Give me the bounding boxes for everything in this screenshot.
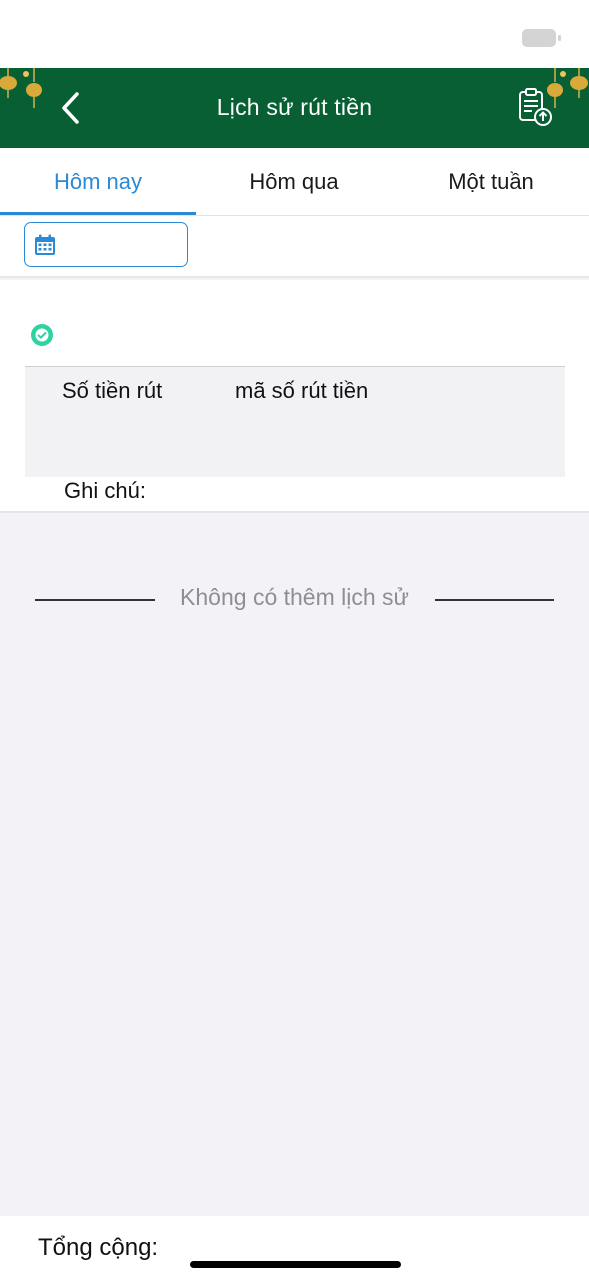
nav-bar: Lịch sử rút tiền <box>0 68 589 148</box>
divider-line-right <box>435 599 554 601</box>
battery-icon <box>522 29 556 47</box>
end-of-list-indicator: Không có thêm lịch sử <box>0 584 589 614</box>
withdraw-amount-label: Số tiền rút <box>62 378 163 403</box>
date-filter-row <box>0 216 589 278</box>
export-history-button[interactable] <box>514 86 558 130</box>
footer-total-bar: Tổng cộng: <box>0 1216 589 1280</box>
tab-yesterday[interactable]: Hôm qua <box>196 148 392 215</box>
note-label: Ghi chú: <box>64 478 146 503</box>
date-picker-button[interactable] <box>24 222 188 267</box>
withdraw-code-label: mã số rút tiền <box>235 378 369 403</box>
clipboard-upload-icon <box>519 88 552 126</box>
calendar-icon <box>35 234 55 255</box>
active-tab-indicator <box>0 212 196 215</box>
home-indicator[interactable] <box>190 1261 401 1268</box>
total-label: Tổng cộng: <box>38 1234 159 1261</box>
check-circle-icon <box>31 324 53 346</box>
page-title: Lịch sử rút tiền <box>216 94 373 120</box>
tab-one-week[interactable]: Một tuần <box>393 148 589 215</box>
tab-today[interactable]: Hôm nay <box>0 148 196 215</box>
battery-tip <box>558 35 561 41</box>
no-more-history-text: Không có thêm lịch sử <box>180 584 409 610</box>
status-bar <box>0 0 589 68</box>
withdrawal-record-card: Số tiền rút mã số rút tiền Ghi chú: <box>0 280 589 513</box>
period-tabs: Hôm nay Hôm qua Một tuần <box>0 148 589 216</box>
record-detail-panel: Số tiền rút mã số rút tiền <box>25 366 565 477</box>
